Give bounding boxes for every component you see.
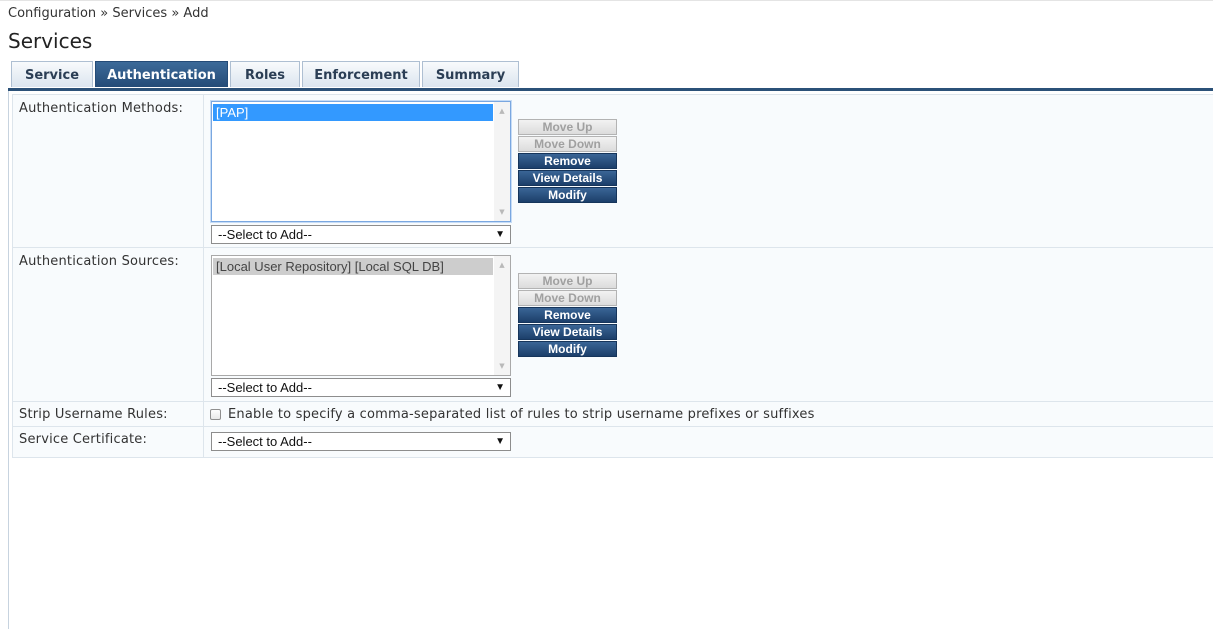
service-certificate-select[interactable]: --Select to Add-- ▼ — [211, 432, 511, 451]
scrollbar[interactable]: ▲ ▼ — [494, 102, 510, 221]
auth-sources-select[interactable]: --Select to Add-- ▼ — [211, 378, 511, 397]
auth-methods-select[interactable]: --Select to Add-- ▼ — [211, 225, 511, 244]
auth-methods-listbox[interactable]: [PAP] ▲ ▼ — [211, 101, 511, 222]
tab-authentication[interactable]: Authentication — [95, 61, 228, 87]
scrollbar[interactable]: ▲ ▼ — [494, 256, 510, 375]
scroll-down-icon[interactable]: ▼ — [494, 359, 510, 373]
auth-sources-listbox[interactable]: [Local User Repository] [Local SQL DB] ▲… — [211, 255, 511, 376]
remove-button[interactable]: Remove — [518, 153, 617, 169]
list-item[interactable]: [Local User Repository] [Local SQL DB] — [213, 258, 493, 275]
strip-username-label: Strip Username Rules: — [19, 407, 168, 422]
dropdown-arrow-icon: ▼ — [495, 229, 505, 240]
strip-username-row: Strip Username Rules: Enable to specify … — [12, 402, 1213, 427]
strip-username-checkbox-label[interactable]: Enable to specify a comma-separated list… — [228, 407, 815, 422]
page-title: Services — [8, 29, 93, 53]
auth-methods-row: Authentication Methods: [PAP] ▲ ▼ --Sele… — [12, 94, 1213, 248]
view-details-button[interactable]: View Details — [518, 170, 617, 186]
tab-summary[interactable]: Summary — [422, 61, 519, 87]
tab-service[interactable]: Service — [11, 61, 93, 87]
move-down-button[interactable]: Move Down — [518, 136, 617, 152]
scroll-up-icon[interactable]: ▲ — [494, 104, 510, 118]
dropdown-arrow-icon: ▼ — [495, 382, 505, 393]
move-down-button[interactable]: Move Down — [518, 290, 617, 306]
dropdown-arrow-icon: ▼ — [495, 436, 505, 447]
scroll-up-icon[interactable]: ▲ — [494, 258, 510, 272]
modify-button[interactable]: Modify — [518, 187, 617, 203]
auth-methods-label: Authentication Methods: — [19, 101, 184, 116]
tab-roles[interactable]: Roles — [230, 61, 300, 87]
service-certificate-row: Service Certificate: --Select to Add-- ▼ — [12, 427, 1213, 458]
service-certificate-label: Service Certificate: — [19, 432, 148, 447]
scroll-down-icon[interactable]: ▼ — [494, 205, 510, 219]
strip-username-checkbox[interactable] — [210, 409, 221, 420]
view-details-button[interactable]: View Details — [518, 324, 617, 340]
modify-button[interactable]: Modify — [518, 341, 617, 357]
auth-sources-label: Authentication Sources: — [19, 254, 179, 269]
top-rule — [0, 0, 1213, 1]
list-item[interactable]: [PAP] — [213, 104, 493, 121]
tab-enforcement[interactable]: Enforcement — [302, 61, 420, 87]
breadcrumb: Configuration » Services » Add — [8, 6, 209, 21]
move-up-button[interactable]: Move Up — [518, 273, 617, 289]
move-up-button[interactable]: Move Up — [518, 119, 617, 135]
remove-button[interactable]: Remove — [518, 307, 617, 323]
auth-sources-row: Authentication Sources: [Local User Repo… — [12, 248, 1213, 402]
